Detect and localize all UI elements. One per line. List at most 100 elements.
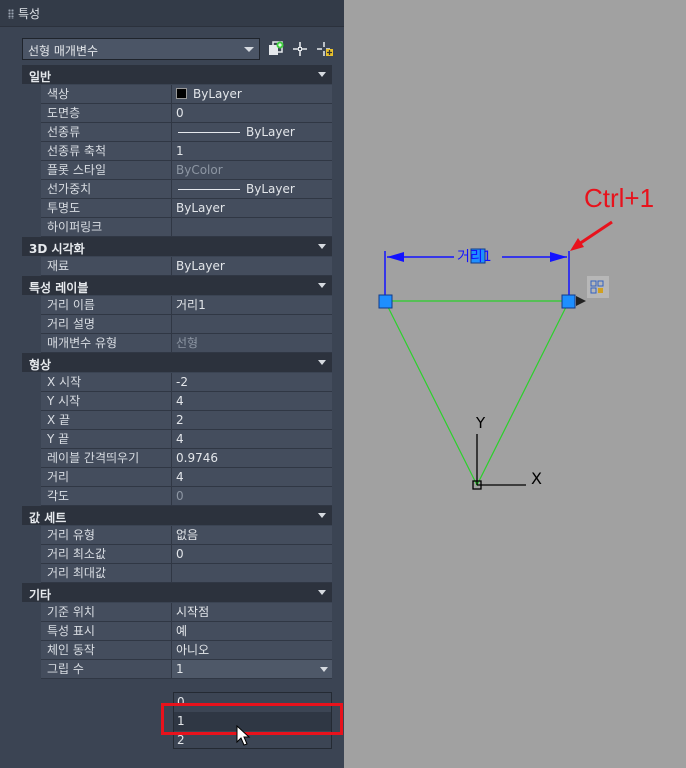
property-value[interactable]: 4 <box>172 392 332 410</box>
category-header[interactable]: 값 세트 <box>22 506 332 526</box>
property-value[interactable] <box>172 564 332 582</box>
property-row[interactable]: 색상 ByLayer <box>22 85 332 104</box>
property-name: 플롯 스타일 <box>41 161 172 179</box>
property-value[interactable]: ByLayer <box>172 85 332 103</box>
property-row[interactable]: 거리 이름 거리1 <box>22 296 332 315</box>
property-name: 그립 수 <box>41 660 172 678</box>
property-value[interactable]: 0 <box>172 104 332 122</box>
property-value-text: 거리1 <box>176 298 206 312</box>
property-value-text: 0 <box>176 106 184 120</box>
property-value[interactable]: 4 <box>172 430 332 448</box>
property-row[interactable]: 레이블 간격띄우기 0.9746 <box>22 449 332 468</box>
category-header[interactable]: 3D 시각화 <box>22 237 332 257</box>
property-value[interactable]: 시작점 <box>172 603 332 621</box>
toggle-pickadd-icon[interactable] <box>316 40 334 58</box>
property-row[interactable]: 특성 표시 예 <box>22 622 332 641</box>
category-header[interactable]: 형상 <box>22 353 332 373</box>
row-gutter <box>22 334 41 353</box>
property-row[interactable]: 체인 동작 아니오 <box>22 641 332 660</box>
property-row[interactable]: 거리 설명 <box>22 315 332 334</box>
property-value[interactable]: 1 <box>172 142 332 160</box>
property-value[interactable]: 4 <box>172 468 332 486</box>
row-gutter <box>22 603 41 622</box>
property-value[interactable]: ByLayer <box>172 199 332 217</box>
collapse-arrow-icon[interactable] <box>318 244 326 249</box>
property-value[interactable]: 아니오 <box>172 641 332 659</box>
color-swatch-icon <box>176 88 187 99</box>
property-row[interactable]: 선종류 ByLayer <box>22 123 332 142</box>
property-row[interactable]: 기준 위치 시작점 <box>22 603 332 622</box>
property-value-text: 아니오 <box>176 643 210 657</box>
property-value-text: ByLayer <box>246 182 295 196</box>
property-row[interactable]: 선가중치 ByLayer <box>22 180 332 199</box>
property-row[interactable]: X 끝 2 <box>22 411 332 430</box>
property-value[interactable]: 선형 <box>172 334 332 352</box>
row-gutter <box>22 660 41 679</box>
property-value[interactable]: 예 <box>172 622 332 640</box>
property-value-text: 0 <box>176 489 184 503</box>
property-value[interactable]: ByColor <box>172 161 332 179</box>
category-header[interactable]: 일반 <box>22 65 332 85</box>
collapse-arrow-icon[interactable] <box>318 283 326 288</box>
row-gutter <box>22 641 41 660</box>
property-value[interactable]: 0 <box>172 487 332 505</box>
property-value[interactable]: 거리1 <box>172 296 332 314</box>
property-row[interactable]: 그립 수 1 <box>22 660 332 679</box>
property-row[interactable]: 각도 0 <box>22 487 332 506</box>
property-row[interactable]: 거리 4 <box>22 468 332 487</box>
row-gutter <box>22 373 41 392</box>
collapse-arrow-icon[interactable] <box>318 513 326 518</box>
property-row[interactable]: 도면층 0 <box>22 104 332 123</box>
property-value[interactable]: ByLayer <box>172 123 332 141</box>
category-header[interactable]: 특성 레이블 <box>22 276 332 296</box>
linetype-preview-icon <box>178 189 240 190</box>
dimension-label[interactable]: 거리1 <box>457 246 492 266</box>
object-type-select[interactable]: 선형 매개변수 <box>22 38 260 60</box>
action-icon-bg <box>587 276 609 298</box>
property-value-text: ByColor <box>176 163 223 177</box>
property-name: 거리 최소값 <box>41 545 172 563</box>
select-objects-icon[interactable] <box>291 40 309 58</box>
grip-start <box>378 294 393 309</box>
property-row[interactable]: 투명도 ByLayer <box>22 199 332 218</box>
row-gutter <box>22 392 41 411</box>
collapse-arrow-icon[interactable] <box>318 360 326 365</box>
property-name: X 시작 <box>41 373 172 391</box>
mouse-cursor-icon <box>236 725 251 746</box>
property-value[interactable]: 0 <box>172 545 332 563</box>
property-row[interactable]: Y 끝 4 <box>22 430 332 449</box>
chevron-down-icon[interactable] <box>320 667 328 672</box>
category-header[interactable]: 기타 <box>22 583 332 603</box>
collapse-arrow-icon[interactable] <box>318 590 326 595</box>
property-value[interactable]: 없음 <box>172 526 332 544</box>
property-name: 거리 최대값 <box>41 564 172 582</box>
property-row[interactable]: 거리 최대값 <box>22 564 332 583</box>
property-value[interactable] <box>172 218 332 236</box>
property-row[interactable]: Y 시작 4 <box>22 392 332 411</box>
collapse-arrow-icon[interactable] <box>318 72 326 77</box>
property-row[interactable]: 매개변수 유형 선형 <box>22 334 332 353</box>
property-row[interactable]: X 시작 -2 <box>22 373 332 392</box>
property-value-text: 4 <box>176 432 184 446</box>
quick-select-icon[interactable] <box>267 40 285 58</box>
property-value[interactable]: 2 <box>172 411 332 429</box>
property-row[interactable]: 플롯 스타일 ByColor <box>22 161 332 180</box>
property-value[interactable]: ByLayer <box>172 180 332 198</box>
palette-title-bar[interactable]: 특성 <box>0 0 344 27</box>
property-value[interactable]: -2 <box>172 373 332 391</box>
property-row[interactable]: 하이퍼링크 <box>22 218 332 237</box>
property-row[interactable]: 거리 최소값 0 <box>22 545 332 564</box>
drawing-canvas[interactable]: Ctrl+1 거리1 Y X <box>344 0 686 768</box>
property-value[interactable]: 0.9746 <box>172 449 332 467</box>
property-name: 선종류 축척 <box>41 142 172 160</box>
property-value[interactable]: ByLayer <box>172 257 332 275</box>
object-type-value: 선형 매개변수 <box>28 44 99 58</box>
property-value-text: 2 <box>176 413 184 427</box>
property-value[interactable]: 1 <box>172 660 332 678</box>
grip-icon[interactable] <box>8 9 14 19</box>
property-row[interactable]: 재료 ByLayer <box>22 257 332 276</box>
row-gutter <box>22 487 41 506</box>
property-value[interactable] <box>172 315 332 333</box>
property-row[interactable]: 거리 유형 없음 <box>22 526 332 545</box>
property-row[interactable]: 선종류 축척 1 <box>22 142 332 161</box>
